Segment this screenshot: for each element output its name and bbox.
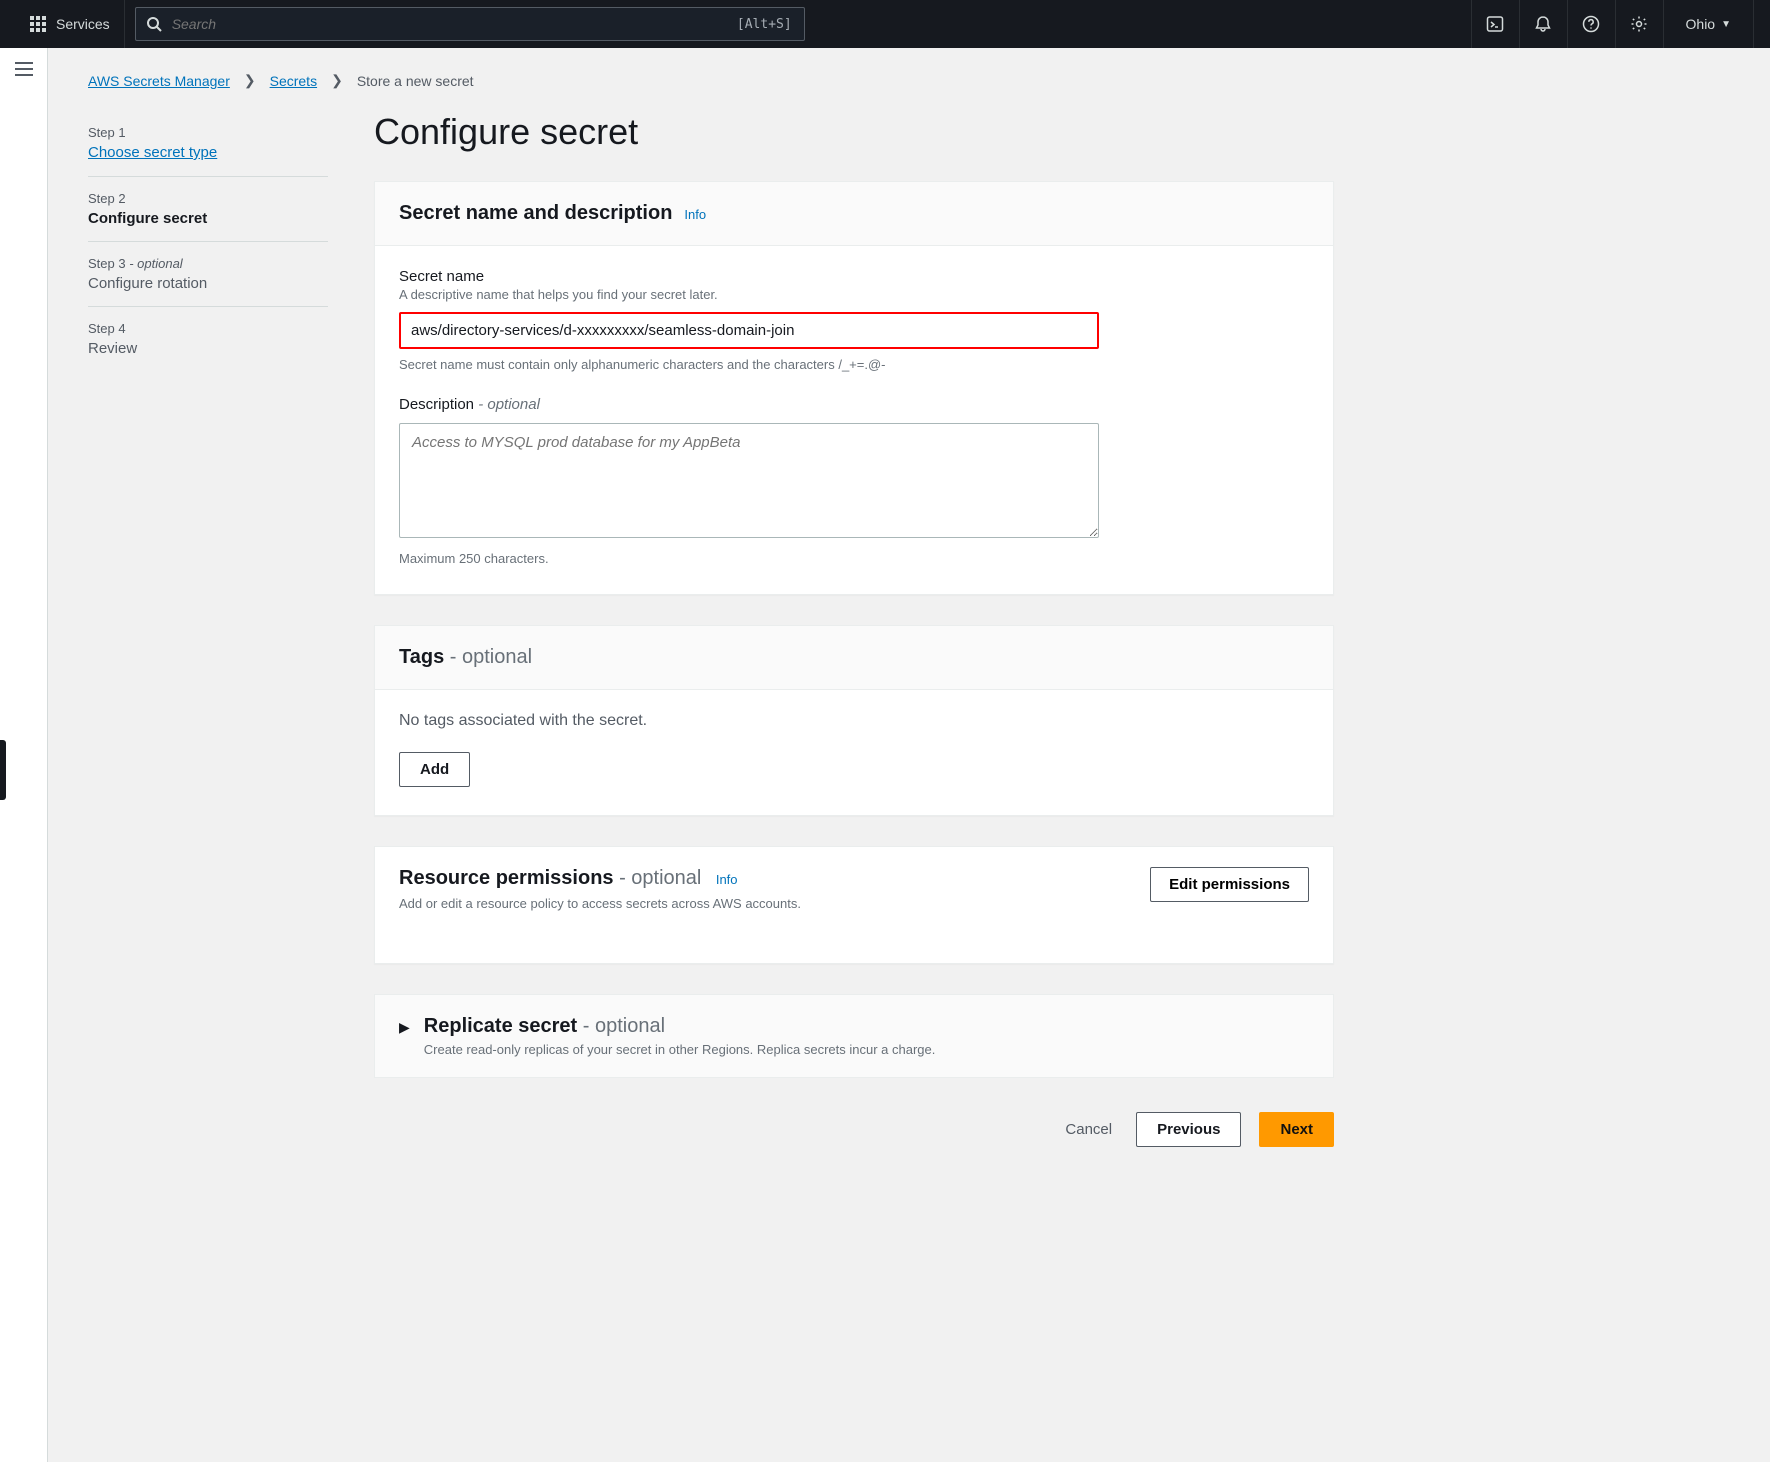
step-3: Step 3 - optional Configure rotation: [88, 242, 328, 307]
search-input[interactable]: [170, 15, 725, 33]
crumb-current: Store a new secret: [357, 73, 474, 89]
settings-button[interactable]: [1615, 0, 1663, 48]
step-label: Configure rotation: [88, 275, 328, 292]
help-button[interactable]: [1567, 0, 1615, 48]
info-link[interactable]: Info: [684, 207, 706, 222]
step-number: Step 4: [88, 321, 328, 336]
step-1[interactable]: Step 1 Choose secret type: [88, 111, 328, 177]
expand-icon[interactable]: ▶: [399, 1019, 410, 1036]
step-number: Step 3 - optional: [88, 256, 328, 271]
step-label[interactable]: Choose secret type: [88, 144, 217, 161]
perm-subtext: Add or edit a resource policy to access …: [399, 896, 801, 911]
help-icon: [1582, 15, 1600, 33]
info-link[interactable]: Info: [716, 872, 738, 887]
wizard-steps: Step 1 Choose secret type Step 2 Configu…: [88, 111, 328, 1147]
chevron-right-icon: ❯: [331, 72, 343, 89]
add-tag-button[interactable]: Add: [399, 752, 470, 787]
sidebar-collapsed: [0, 48, 48, 1462]
step-label: Configure secret: [88, 210, 328, 227]
region-selector[interactable]: Ohio ▼: [1663, 0, 1754, 48]
wizard-buttons: Cancel Previous Next: [374, 1112, 1334, 1147]
next-button[interactable]: Next: [1259, 1112, 1334, 1147]
step-label: Review: [88, 340, 328, 357]
panel-heading: Resource permissions - optional: [399, 867, 701, 889]
bell-icon: [1534, 15, 1552, 33]
previous-button[interactable]: Previous: [1136, 1112, 1241, 1147]
step-number: Step 1: [88, 125, 328, 140]
edit-permissions-button[interactable]: Edit permissions: [1150, 867, 1309, 902]
replicate-subtext: Create read-only replicas of your secret…: [424, 1042, 936, 1057]
gear-icon: [1630, 15, 1648, 33]
search-icon: [146, 16, 162, 32]
crumb-root[interactable]: AWS Secrets Manager: [88, 73, 230, 89]
step-number: Step 2: [88, 191, 328, 206]
step-4: Step 4 Review: [88, 307, 328, 371]
secret-name-sub: A descriptive name that helps you find y…: [399, 287, 1309, 302]
secret-name-highlight: [399, 312, 1099, 349]
description-label: Description - optional: [399, 396, 1309, 413]
global-search[interactable]: [Alt+S]: [135, 7, 805, 41]
chevron-down-icon: ▼: [1721, 19, 1731, 30]
side-handle[interactable]: [0, 740, 6, 800]
top-nav: Services [Alt+S] Ohio ▼: [0, 0, 1770, 48]
crumb-secrets[interactable]: Secrets: [270, 73, 317, 89]
panel-resource-permissions: Resource permissions - optional Info Add…: [374, 846, 1334, 964]
grid-icon: [30, 16, 46, 32]
services-label: Services: [56, 16, 110, 32]
panel-heading: Replicate secret - optional: [424, 1015, 936, 1038]
step-2: Step 2 Configure secret: [88, 177, 328, 242]
panel-tags: Tags - optional No tags associated with …: [374, 625, 1334, 816]
secret-name-label: Secret name: [399, 268, 1309, 285]
description-textarea[interactable]: [399, 423, 1099, 538]
search-shortcut: [Alt+S]: [725, 17, 804, 32]
region-label: Ohio: [1686, 16, 1716, 32]
hamburger-icon[interactable]: [15, 62, 33, 76]
panel-heading: Secret name and description: [399, 202, 672, 225]
breadcrumb: AWS Secrets Manager ❯ Secrets ❯ Store a …: [88, 72, 1508, 89]
secret-name-input[interactable]: [401, 314, 1097, 347]
page-title: Configure secret: [374, 111, 1334, 153]
cancel-button[interactable]: Cancel: [1059, 1120, 1118, 1139]
panel-name-description: Secret name and description Info Secret …: [374, 181, 1334, 595]
notifications-button[interactable]: [1519, 0, 1567, 48]
panel-replicate: ▶ Replicate secret - optional Create rea…: [374, 994, 1334, 1078]
tags-empty: No tags associated with the secret.: [399, 712, 1309, 730]
chevron-right-icon: ❯: [244, 72, 256, 89]
nav-icons: Ohio ▼: [1471, 0, 1754, 48]
panel-heading: Tags - optional: [399, 646, 532, 669]
cloudshell-button[interactable]: [1471, 0, 1519, 48]
secret-name-constraint: Secret name must contain only alphanumer…: [399, 357, 1309, 372]
services-menu[interactable]: Services: [16, 0, 125, 48]
description-max: Maximum 250 characters.: [399, 551, 1309, 566]
terminal-icon: [1486, 15, 1504, 33]
